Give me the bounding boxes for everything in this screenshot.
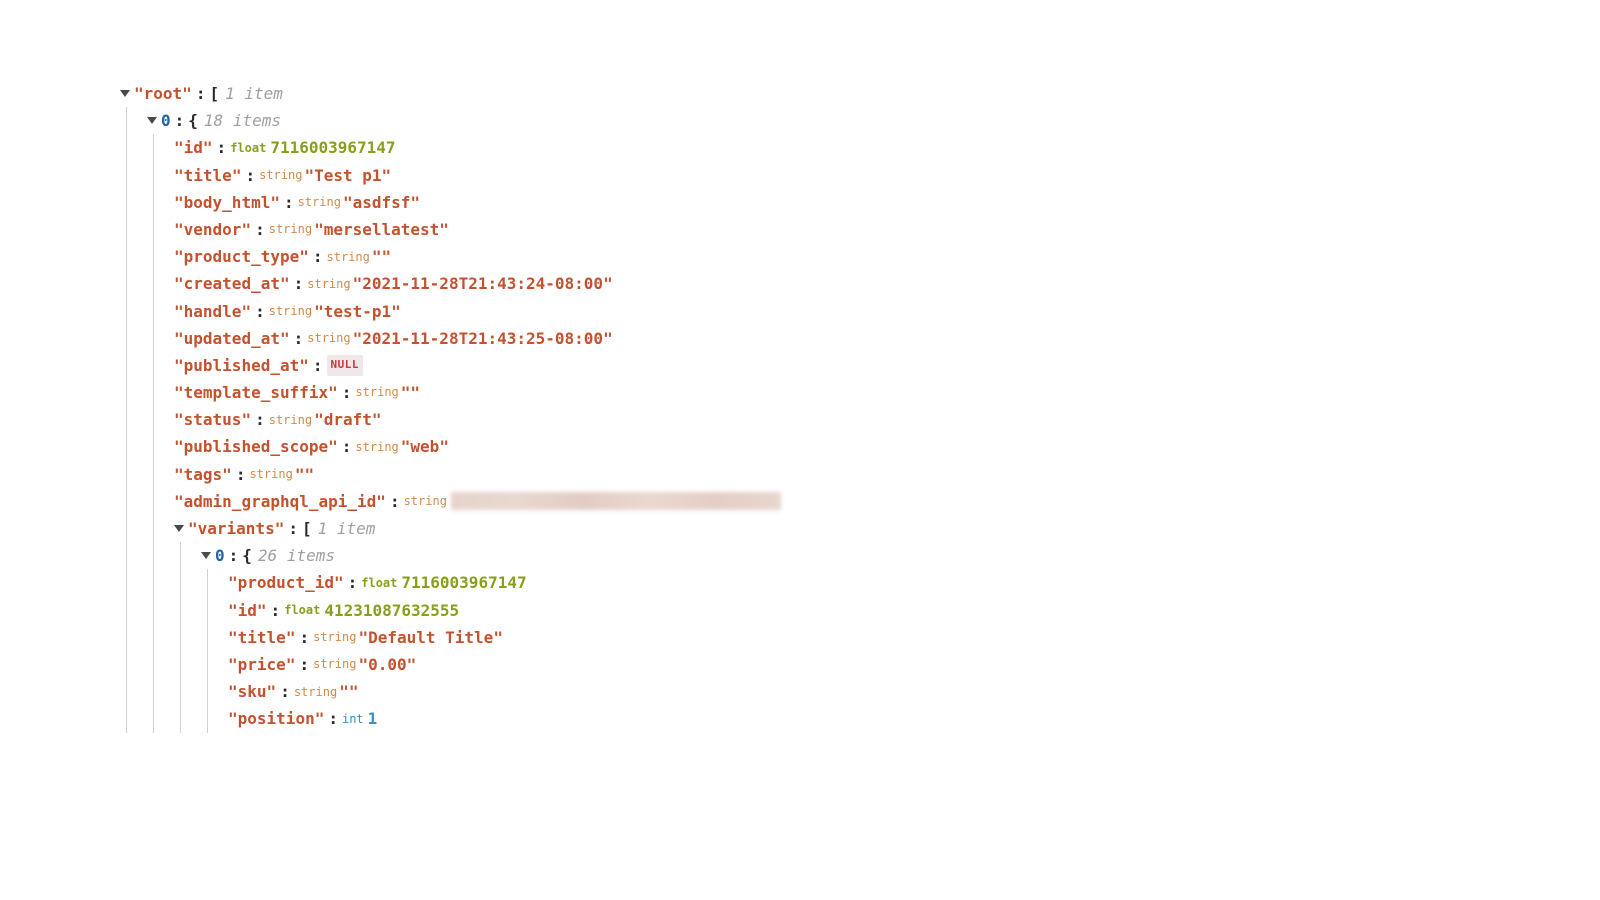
json-tree: "root" : [ 1 item 0 : { 18 items "id": f… xyxy=(120,80,1600,733)
caret-down-icon[interactable] xyxy=(174,525,184,532)
field-updated-at[interactable]: "updated_at": string "2021-11-28T21:43:2… xyxy=(174,325,1600,352)
variant-field-sku[interactable]: "sku": string "" xyxy=(228,678,1600,705)
field-body-html[interactable]: "body_html": string "asdfsf" xyxy=(174,189,1600,216)
variant-0-row[interactable]: 0 : { 26 items xyxy=(201,542,1600,569)
variant-field-price[interactable]: "price": string "0.00" xyxy=(228,651,1600,678)
field-admin-graphql-api-id[interactable]: "admin_graphql_api_id": string xyxy=(174,488,1600,515)
variant-field-title[interactable]: "title": string "Default Title" xyxy=(228,624,1600,651)
item-0-row[interactable]: 0 : { 18 items xyxy=(147,107,1600,134)
caret-down-icon[interactable] xyxy=(201,552,211,559)
variants-meta: 1 item xyxy=(318,515,376,542)
variants-row[interactable]: "variants" : [ 1 item xyxy=(174,515,1600,542)
open-brace: { xyxy=(188,107,198,134)
open-bracket: [ xyxy=(209,80,219,107)
caret-down-icon[interactable] xyxy=(120,90,130,97)
field-published-at[interactable]: "published_at": NULL xyxy=(174,352,1600,379)
variant-field-product-id[interactable]: "product_id": float 7116003967147 xyxy=(228,569,1600,596)
field-handle[interactable]: "handle": string "test-p1" xyxy=(174,298,1600,325)
field-published-scope[interactable]: "published_scope": string "web" xyxy=(174,433,1600,460)
null-badge: NULL xyxy=(327,355,364,376)
root-key: "root" xyxy=(134,80,192,107)
variant-0-meta: 26 items xyxy=(258,542,335,569)
field-created-at[interactable]: "created_at": string "2021-11-28T21:43:2… xyxy=(174,270,1600,297)
variant-field-id[interactable]: "id": float 41231087632555 xyxy=(228,597,1600,624)
field-status[interactable]: "status": string "draft" xyxy=(174,406,1600,433)
field-vendor[interactable]: "vendor": string "mersellatest" xyxy=(174,216,1600,243)
redacted-value xyxy=(451,492,781,510)
field-id[interactable]: "id": float 7116003967147 xyxy=(174,134,1600,161)
field-tags[interactable]: "tags": string "" xyxy=(174,461,1600,488)
variant-field-position[interactable]: "position": int 1 xyxy=(228,705,1600,732)
field-template-suffix[interactable]: "template_suffix": string "" xyxy=(174,379,1600,406)
root-meta: 1 item xyxy=(225,80,283,107)
root-row[interactable]: "root" : [ 1 item xyxy=(120,80,1600,107)
item-0-meta: 18 items xyxy=(204,107,281,134)
field-product-type[interactable]: "product_type": string "" xyxy=(174,243,1600,270)
item-0-idx: 0 xyxy=(161,107,171,134)
field-title[interactable]: "title": string "Test p1" xyxy=(174,162,1600,189)
caret-down-icon[interactable] xyxy=(147,117,157,124)
